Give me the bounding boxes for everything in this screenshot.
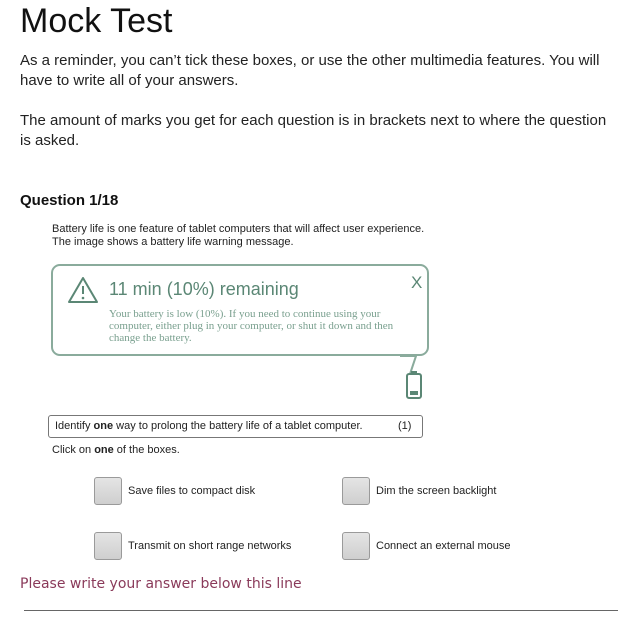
question-stem-line2: The image shows a battery life warning m…	[52, 236, 294, 248]
page-title: Mock Test	[20, 2, 173, 40]
battery-callout-icon	[400, 355, 422, 399]
option-label: Transmit on short range networks	[128, 540, 292, 552]
alert-close-button[interactable]: X	[411, 273, 422, 293]
instr-pre: Click on	[52, 444, 95, 456]
question-heading: Question 1/18	[20, 192, 119, 209]
option-checkbox[interactable]	[342, 532, 370, 560]
question-stem-line1: Battery life is one feature of tablet co…	[52, 223, 425, 235]
battery-warning-alert: 11 min (10%) remaining X Your battery is…	[51, 264, 429, 356]
prompt-pre: Identify	[55, 420, 94, 432]
answer-line	[24, 610, 618, 611]
option-label: Dim the screen backlight	[376, 485, 497, 497]
answer-prompt: Please write your answer below this line	[20, 576, 302, 592]
option-label: Connect an external mouse	[376, 540, 511, 552]
prompt-bold: one	[93, 420, 114, 432]
prompt-post: way to prolong the battery life of a tab…	[113, 420, 363, 432]
instr-post: of the boxes.	[113, 444, 180, 456]
warning-triangle-icon	[68, 277, 98, 303]
alert-title: 11 min (10%) remaining	[109, 279, 299, 299]
question-prompt: Identify one way to prolong the battery …	[55, 420, 363, 432]
question-marks: (1)	[398, 420, 412, 432]
question-prompt-box: Identify one way to prolong the battery …	[48, 415, 423, 438]
option-checkbox[interactable]	[342, 477, 370, 505]
intro-reminder: As a reminder, you can’t tick these boxe…	[20, 52, 600, 89]
intro-marks-note: The amount of marks you get for each que…	[20, 112, 607, 149]
instruction: Click on one of the boxes.	[52, 444, 180, 456]
alert-body: Your battery is low (10%). If you need t…	[109, 308, 394, 344]
option-label: Save files to compact disk	[128, 485, 256, 497]
option-checkbox[interactable]	[94, 532, 122, 560]
instr-bold: one	[94, 444, 114, 456]
option-checkbox[interactable]	[94, 477, 122, 505]
question-stem: Battery life is one feature of tablet co…	[52, 223, 424, 249]
